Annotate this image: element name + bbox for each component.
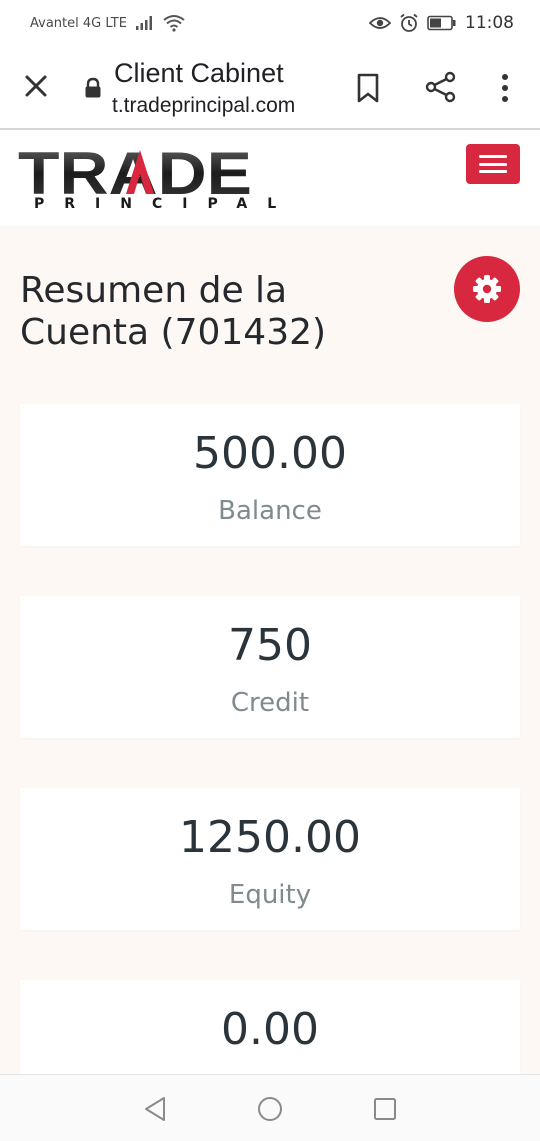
status-right: 11:08: [369, 13, 514, 33]
card-label: Credit: [230, 688, 310, 718]
status-left: Avantel 4G LTE: [30, 14, 185, 32]
system-nav-bar: [0, 1074, 540, 1141]
site-header: TRADE PRINCIPAL: [0, 130, 540, 226]
card-value: 0.00: [221, 1004, 319, 1055]
menu-bar-icon: [479, 155, 507, 158]
battery-icon: [427, 15, 456, 31]
share-icon[interactable]: [424, 70, 458, 104]
credit-card: 750 Credit: [20, 596, 520, 738]
menu-bar-icon: [479, 162, 507, 166]
settings-button[interactable]: [454, 256, 520, 322]
home-icon[interactable]: [256, 1095, 284, 1123]
balance-card: 500.00 Balance: [20, 404, 520, 546]
back-icon[interactable]: [142, 1095, 168, 1123]
carrier-label: Avantel 4G LTE: [30, 15, 127, 31]
browser-toolbar: Client Cabinet t.tradeprincipal.com: [0, 46, 540, 130]
eye-icon: [369, 17, 391, 29]
recents-icon[interactable]: [372, 1096, 398, 1122]
status-bar: Avantel 4G LTE 11:08: [0, 0, 540, 46]
logo-subtitle: PRINCIPAL: [34, 196, 297, 212]
card-label: Balance: [218, 496, 322, 526]
gear-icon: [473, 275, 501, 303]
equity-card: 1250.00 Equity: [20, 788, 520, 930]
card-value: 500.00: [193, 428, 347, 479]
page-title: Resumen de la Cuenta (701432): [20, 270, 327, 353]
card-label: Equity: [228, 880, 312, 910]
close-icon[interactable]: [22, 72, 50, 100]
more-vert-icon[interactable]: [496, 72, 514, 104]
hamburger-menu-button[interactable]: [466, 144, 520, 184]
menu-bar-icon: [479, 170, 507, 173]
page-tab-title: Client Cabinet: [114, 58, 284, 88]
signal-icon: [135, 16, 152, 30]
card-value: 750: [228, 620, 312, 671]
clock: 11:08: [465, 13, 514, 33]
wifi-icon: [163, 15, 185, 32]
lock-icon[interactable]: [84, 77, 102, 99]
bookmark-icon[interactable]: [354, 72, 382, 104]
card-value: 1250.00: [179, 812, 361, 863]
alarm-icon: [400, 13, 418, 32]
url-bar[interactable]: t.tradeprincipal.com: [112, 94, 324, 118]
margin-card: 0.00: [20, 980, 520, 1074]
